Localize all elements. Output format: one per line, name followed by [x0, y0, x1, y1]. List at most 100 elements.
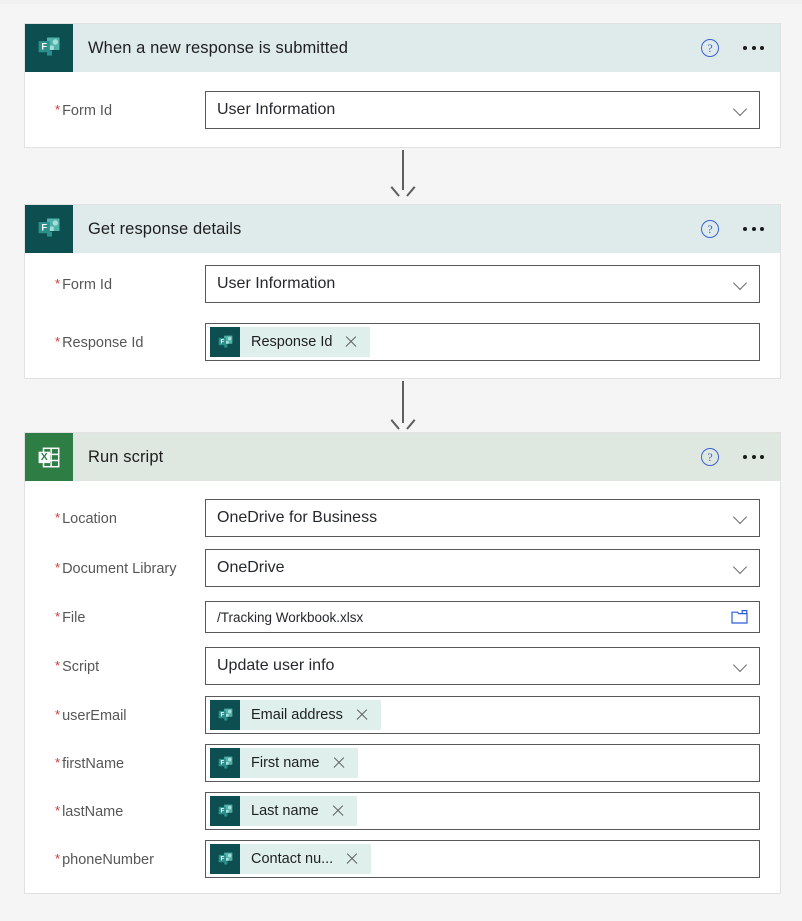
card-title: Get response details — [88, 219, 242, 238]
microsoft-forms-icon: F — [210, 700, 240, 730]
field-control: OneDrive for Business — [205, 499, 780, 537]
field-value: Update user info — [217, 657, 335, 674]
svg-text:F: F — [220, 807, 224, 814]
field-label-text: Form Id — [62, 102, 113, 119]
dynamic-content-token[interactable]: F Last name — [210, 796, 357, 826]
required-asterisk: * — [55, 101, 61, 117]
chevron-down-icon[interactable] — [732, 559, 748, 575]
form-id-dropdown[interactable]: User Information — [205, 91, 760, 129]
close-icon[interactable] — [345, 852, 359, 866]
token-label: Contact nu... — [251, 851, 334, 867]
help-circle-icon[interactable]: ? — [701, 448, 719, 466]
field-row-form-id: * Form Id User Information — [25, 72, 780, 148]
close-icon[interactable] — [355, 708, 369, 722]
field-row-file: * File /Tracking Workbook.xlsx — [25, 593, 780, 641]
field-label-text: Form Id — [62, 276, 113, 293]
card-body: * Form Id User Information — [25, 72, 780, 148]
form-id-dropdown[interactable]: User Information — [205, 265, 760, 303]
token-label: Email address — [251, 707, 343, 723]
required-asterisk: * — [55, 333, 61, 349]
dynamic-content-token[interactable]: F Email address — [210, 700, 381, 730]
card-header-actions: ? — [701, 433, 766, 481]
card-body: * Location OneDrive for Business * Documen… — [25, 493, 780, 883]
dynamic-content-token[interactable]: F Response Id — [210, 327, 371, 357]
svg-text:F: F — [220, 338, 224, 345]
required-asterisk: * — [55, 754, 61, 770]
action-card-trigger[interactable]: F When a new response is submitted ? * Fo… — [24, 23, 781, 148]
card-header[interactable]: F When a new response is submitted ? — [25, 24, 780, 72]
card-header-actions: ? — [701, 205, 766, 253]
close-icon[interactable] — [332, 756, 346, 770]
arrow-down-icon — [396, 417, 411, 432]
phone-number-field[interactable]: F Contact nu... — [205, 840, 760, 878]
field-control: Update user info — [205, 647, 780, 685]
microsoft-forms-icon: F — [210, 327, 240, 357]
help-circle-icon[interactable]: ? — [701, 39, 719, 57]
card-header[interactable]: F Get response details ? — [25, 205, 780, 253]
file-input[interactable]: /Tracking Workbook.xlsx — [205, 601, 760, 633]
field-row-document-library: * Document Library OneDrive — [25, 543, 780, 593]
user-email-field[interactable]: F Email address — [205, 696, 760, 734]
script-dropdown[interactable]: Update user info — [205, 647, 760, 685]
field-label: * Script — [25, 658, 205, 675]
action-card-get-response-details[interactable]: F Get response details ? * Form Id User I… — [24, 204, 781, 379]
response-id-field[interactable]: F Response Id — [205, 323, 760, 361]
field-label: * userEmail — [25, 707, 205, 724]
token-label: Response Id — [251, 334, 333, 350]
microsoft-forms-icon: F — [210, 796, 240, 826]
connector-arrow-1 — [392, 150, 414, 200]
required-asterisk: * — [55, 850, 61, 866]
folder-picker-icon[interactable] — [731, 609, 748, 624]
field-row-first-name: * firstName F First name — [25, 739, 780, 787]
ellipsis-icon[interactable] — [741, 449, 766, 465]
close-icon[interactable] — [331, 804, 345, 818]
field-value: User Information — [217, 101, 336, 118]
required-asterisk: * — [55, 509, 61, 525]
field-row-location: * Location OneDrive for Business — [25, 493, 780, 543]
svg-text:F: F — [220, 855, 224, 862]
chevron-down-icon[interactable] — [732, 101, 748, 117]
first-name-field[interactable]: F First name — [205, 744, 760, 782]
microsoft-forms-icon: F — [210, 748, 240, 778]
card-body: *Form Id User Information *Response Id — [25, 253, 780, 369]
card-header-actions: ? — [701, 24, 766, 72]
dynamic-content-token[interactable]: F Contact nu... — [210, 844, 372, 874]
required-asterisk: * — [55, 657, 61, 673]
card-header[interactable]: X Run script ? — [25, 433, 780, 481]
card-title: When a new response is submitted — [88, 38, 348, 57]
field-value: OneDrive — [217, 559, 285, 576]
close-icon[interactable] — [344, 335, 358, 349]
field-label: * Response Id — [25, 334, 205, 351]
location-dropdown[interactable]: OneDrive for Business — [205, 499, 760, 537]
token-label: Last name — [251, 803, 319, 819]
dynamic-content-token[interactable]: F First name — [210, 748, 358, 778]
help-circle-icon[interactable]: ? — [701, 220, 719, 238]
field-label: * phoneNumber — [25, 851, 205, 868]
field-row-last-name: * lastName F Last name — [25, 787, 780, 835]
microsoft-forms-icon: F — [210, 844, 240, 874]
field-label: * Form Id — [25, 102, 205, 119]
chevron-down-icon[interactable] — [732, 509, 748, 525]
svg-text:X: X — [40, 451, 47, 463]
action-card-run-script[interactable]: X Run script ? * Location OneDrive for Bu… — [24, 432, 781, 894]
ellipsis-icon[interactable] — [741, 221, 766, 237]
field-value: OneDrive for Business — [217, 509, 378, 526]
field-control: User Information — [205, 91, 780, 129]
field-label: * Location — [25, 510, 205, 527]
ellipsis-icon[interactable] — [741, 40, 766, 56]
field-row-script: * Script Update user info — [25, 641, 780, 691]
required-asterisk: * — [55, 608, 61, 624]
field-label-text: lastName — [62, 803, 124, 820]
field-label-text: phoneNumber — [62, 851, 154, 868]
chevron-down-icon[interactable] — [732, 275, 748, 291]
field-row-form-id: * Form Id User Information — [25, 253, 780, 315]
required-asterisk: * — [55, 559, 61, 575]
field-label: * firstName — [25, 755, 205, 772]
document-library-dropdown[interactable]: OneDrive — [205, 549, 760, 587]
svg-text:F: F — [220, 759, 224, 766]
field-label-text: File — [62, 609, 86, 626]
last-name-field[interactable]: F Last name — [205, 792, 760, 830]
chevron-down-icon[interactable] — [732, 657, 748, 673]
field-label: * File — [25, 609, 205, 626]
field-control: F Last name — [205, 792, 780, 830]
